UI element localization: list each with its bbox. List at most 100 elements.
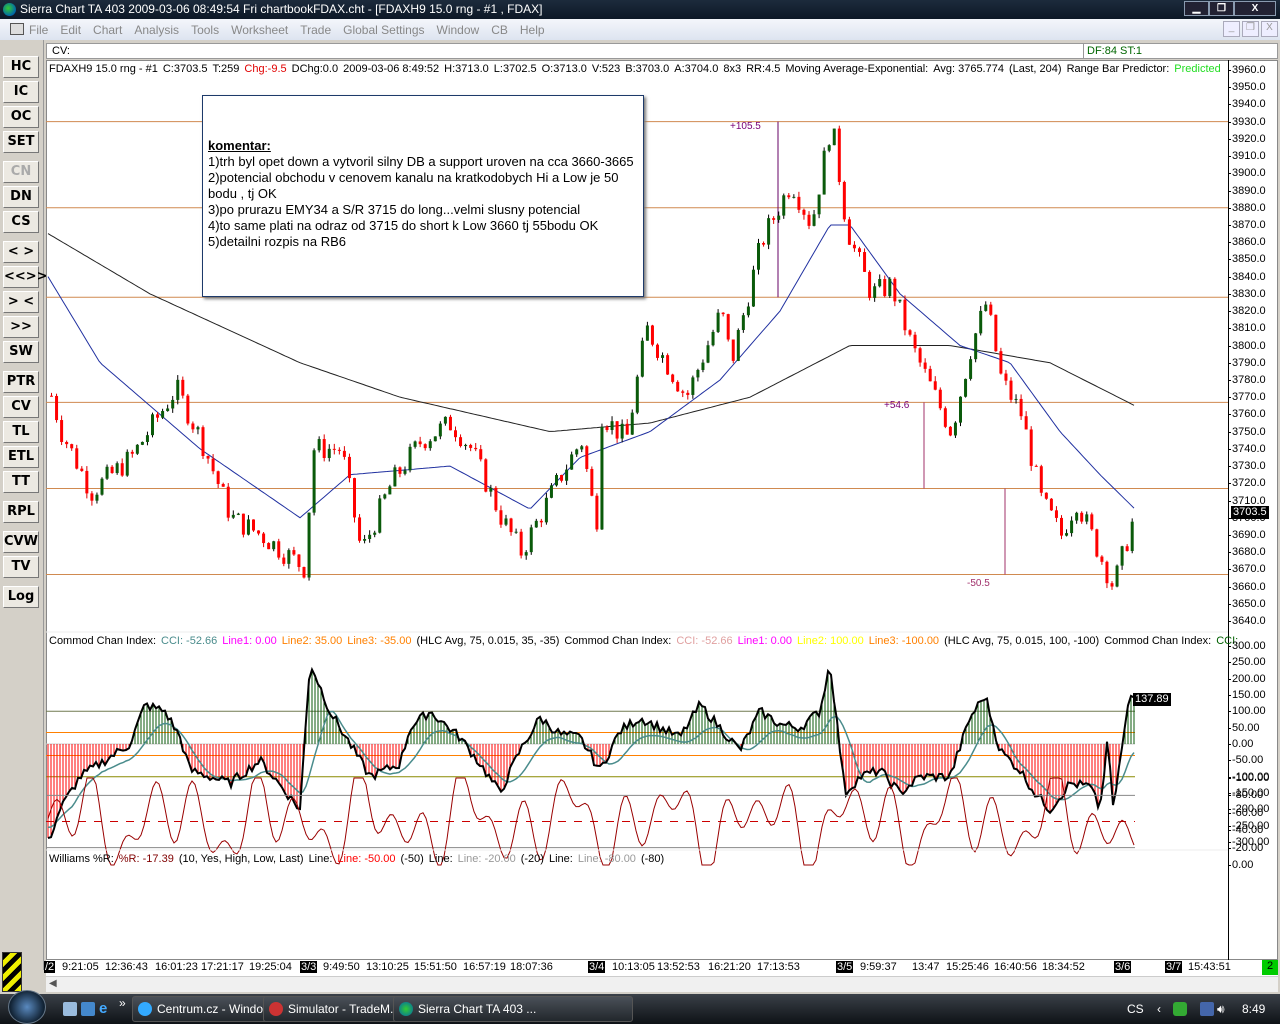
header-item: RR:4.5 — [746, 63, 781, 75]
candle-body — [176, 379, 180, 400]
candle-body — [832, 128, 836, 146]
candle-body — [817, 194, 821, 215]
candle-body — [696, 369, 700, 378]
comment-heading: komentar: — [208, 138, 271, 153]
task-centrum[interactable]: Centrum.cz - Windo... — [132, 996, 279, 1022]
price-axis-label: 3800.0 — [1228, 339, 1266, 352]
volume-icon[interactable]: 🔊︎ — [1217, 994, 1225, 1024]
switch-windows-icon[interactable] — [81, 1002, 95, 1016]
candle-body — [494, 487, 498, 511]
start-button[interactable] — [8, 990, 46, 1024]
candle-body — [711, 331, 715, 346]
candle-body — [1115, 565, 1119, 587]
wr_legend-item: Line: — [548, 853, 573, 865]
candle-body — [792, 196, 796, 198]
quicklaunch-more[interactable]: » — [119, 996, 126, 1010]
candle-body — [908, 330, 912, 335]
candle-body — [772, 218, 776, 220]
candle-body — [519, 531, 523, 556]
annotation-up-2: +54.6 — [884, 400, 910, 411]
candle-body — [1024, 416, 1028, 430]
candle-body — [1125, 546, 1129, 552]
candle-body — [524, 552, 528, 556]
language-indicator[interactable]: CS — [1127, 994, 1144, 1024]
candle-body — [262, 533, 266, 544]
annotation-down: -50.5 — [967, 578, 990, 589]
candle-body — [403, 470, 407, 474]
horizontal-scrollbar[interactable]: ◀ — [46, 976, 1278, 992]
scroll-left-icon[interactable]: ◀ — [49, 978, 57, 989]
comment-box[interactable]: komentar: 1)trh byl opet down a vytvoril… — [202, 95, 644, 297]
candle-body — [630, 412, 634, 435]
candle-body — [221, 483, 225, 487]
candle-body — [656, 344, 659, 358]
task-sierra-chart[interactable]: Sierra Chart TA 403 ... — [393, 996, 633, 1022]
candle-body — [474, 447, 478, 450]
candle-body — [236, 513, 240, 515]
candle-body — [858, 248, 861, 253]
candle-body — [666, 355, 670, 375]
candle-body — [1065, 533, 1069, 536]
candle-body — [277, 541, 281, 558]
candle-body — [842, 181, 846, 220]
cci-axis-label: 0.00 — [1227, 738, 1254, 750]
show-desktop-icon[interactable] — [63, 1002, 77, 1016]
date-marker: 3/5 — [836, 961, 854, 973]
ie-icon[interactable]: e — [99, 1001, 113, 1016]
price-axis-label: 3960.0 — [1228, 64, 1266, 76]
candle-body — [913, 334, 917, 349]
time-label: 18:07:36 — [510, 961, 553, 973]
candle-body — [918, 348, 922, 363]
task-simulator[interactable]: Simulator - TradeM... — [263, 996, 410, 1022]
candle-body — [746, 306, 750, 316]
candle-body — [479, 449, 483, 460]
candle-body — [347, 456, 351, 479]
price-axis-label: 3950.0 — [1228, 81, 1266, 94]
candle-body — [570, 454, 574, 470]
candle-body — [90, 493, 94, 501]
candle-body — [731, 339, 735, 361]
wr-axis-label: 0.00 — [1227, 859, 1254, 871]
candle-body — [716, 312, 720, 332]
tray-app-icon[interactable] — [1173, 1002, 1187, 1016]
candle-body — [171, 399, 175, 409]
price-axis-label: 3820.0 — [1228, 305, 1266, 318]
price-axis-label: 3850.0 — [1228, 253, 1266, 266]
candle-body — [211, 458, 215, 472]
chart-number-badge[interactable]: 2 — [1262, 960, 1278, 975]
candle-body — [1110, 583, 1114, 587]
candle-body — [994, 314, 998, 352]
candle-body — [342, 450, 346, 457]
candle-body — [645, 325, 649, 341]
network-icon[interactable] — [1200, 1002, 1214, 1016]
comment-line: bodu , tj OK — [208, 186, 277, 201]
date-marker: 3/4 — [588, 961, 606, 973]
cci_legend-item: Commod Chan Index: — [1104, 635, 1212, 647]
candle-body — [454, 430, 457, 438]
header-item: C:3703.5 — [162, 63, 208, 75]
header-item: T:259 — [212, 63, 240, 75]
cci-axis-label: 100.00 — [1228, 705, 1266, 718]
time-label: 9:59:37 — [860, 961, 897, 973]
candle-body — [534, 520, 538, 528]
candle-body — [1085, 514, 1089, 522]
candle-body — [231, 514, 235, 518]
header-item: Predicted — [1174, 63, 1221, 75]
clock[interactable]: 8:49 — [1242, 994, 1265, 1024]
wr_legend-item: (10, Yes, High, Low, Last) — [178, 853, 304, 865]
candle-body — [393, 467, 397, 487]
candle-body — [1054, 510, 1058, 518]
candle-body — [948, 426, 952, 436]
candle-body — [125, 451, 129, 476]
candle-body — [70, 444, 74, 449]
tray-expand-icon[interactable]: ‹ — [1157, 994, 1161, 1024]
price-axis-label: 3770.0 — [1228, 391, 1266, 404]
header-item: A:3704.0 — [674, 63, 719, 75]
candle-body — [353, 478, 356, 518]
candle-body — [443, 416, 447, 424]
header-item: DChg:0.0 — [291, 63, 339, 75]
candle-body — [196, 427, 200, 430]
time-label: 10:13:05 — [612, 961, 655, 973]
wr_legend-item: Line: — [308, 853, 333, 865]
candle-body — [499, 510, 503, 525]
